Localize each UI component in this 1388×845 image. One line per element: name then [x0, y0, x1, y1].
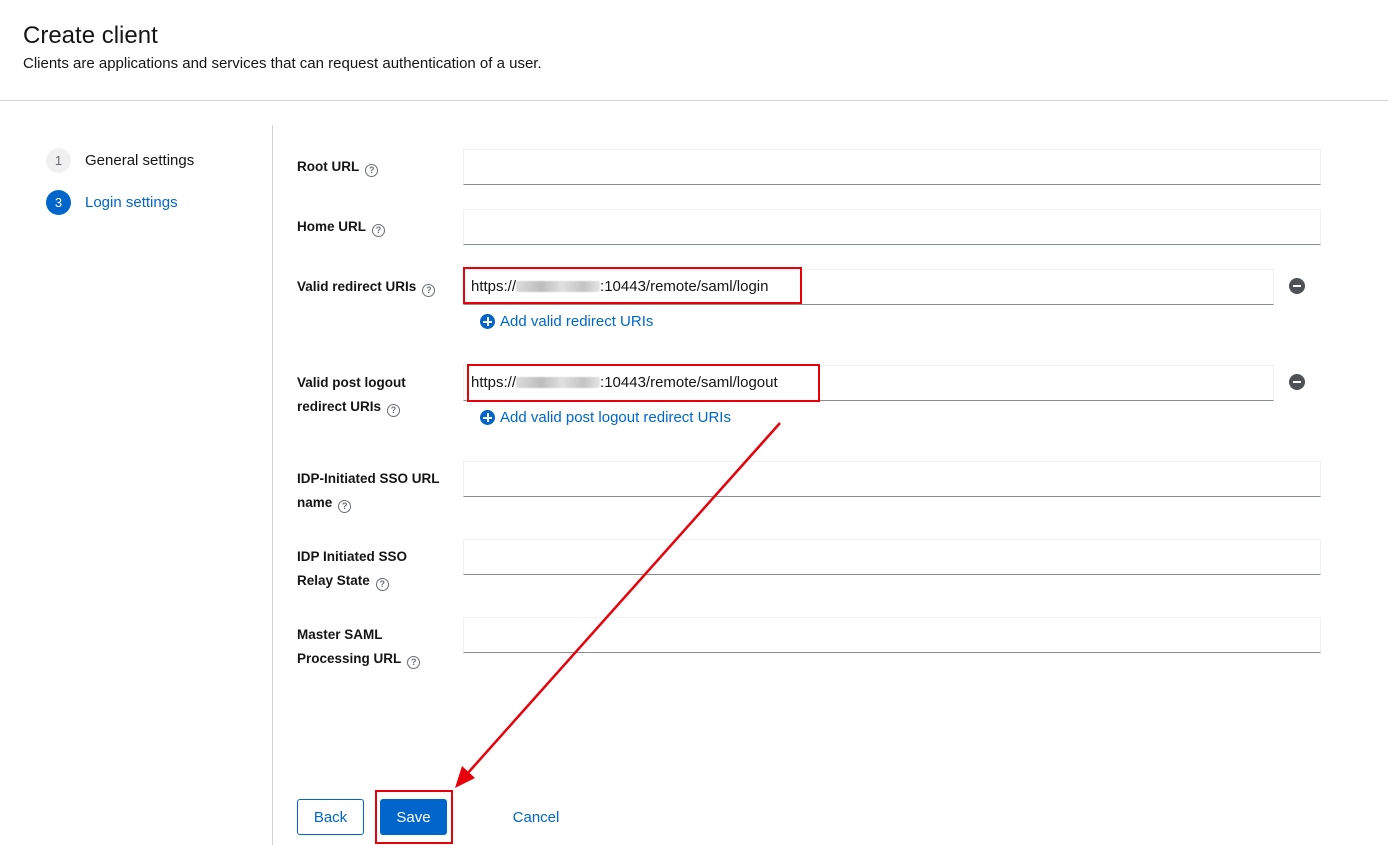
- plus-circle-icon: [480, 314, 495, 329]
- valid-post-logout-label-line1: Valid post logout: [297, 375, 406, 390]
- idp-sso-url-name-label-line2: name: [297, 495, 333, 510]
- wizard-step-general-settings[interactable]: 1 General settings: [46, 148, 194, 173]
- step-number: 3: [46, 190, 71, 215]
- root-url-label-text: Root URL: [297, 159, 360, 174]
- valid-post-logout-label-line2: redirect URIs: [297, 399, 382, 414]
- master-saml-url-label-line1: Master SAML: [297, 627, 383, 642]
- page-title: Create client: [23, 22, 158, 49]
- idp-relay-state-label-line2: Relay State: [297, 573, 370, 588]
- home-url-label: Home URL?: [297, 215, 457, 239]
- page-subtitle: Clients are applications and services th…: [23, 55, 542, 72]
- help-icon[interactable]: ?: [422, 284, 436, 297]
- cancel-button[interactable]: Cancel: [498, 799, 574, 835]
- help-icon[interactable]: ?: [407, 656, 421, 669]
- master-saml-url-label: Master SAML Processing URL?: [297, 623, 457, 671]
- idp-sso-url-name-input[interactable]: [463, 461, 1321, 497]
- help-icon[interactable]: ?: [372, 224, 386, 237]
- master-saml-url-input[interactable]: [463, 617, 1321, 653]
- back-button[interactable]: Back: [297, 799, 364, 835]
- root-url-label: Root URL?: [297, 155, 457, 179]
- idp-sso-url-name-label-line1: IDP-Initiated SSO URL: [297, 471, 440, 486]
- step-label: General settings: [85, 152, 195, 169]
- idp-relay-state-label: IDP Initiated SSO Relay State?: [297, 545, 457, 593]
- help-icon[interactable]: ?: [338, 500, 352, 513]
- valid-redirect-uri-input[interactable]: [463, 269, 1274, 305]
- home-url-input[interactable]: [463, 209, 1321, 245]
- valid-redirect-uris-label-text: Valid redirect URIs: [297, 279, 417, 294]
- add-valid-redirect-uris-text: Add valid redirect URIs: [500, 313, 654, 330]
- arrow-head: [455, 766, 475, 788]
- step-number: 1: [46, 148, 71, 173]
- wizard-step-login-settings[interactable]: 3 Login settings: [46, 190, 178, 215]
- valid-post-logout-uri-input[interactable]: [463, 365, 1274, 401]
- valid-post-logout-label: Valid post logout redirect URIs?: [297, 371, 457, 419]
- step-label: Login settings: [85, 194, 178, 211]
- idp-sso-url-name-label: IDP-Initiated SSO URL name?: [297, 467, 457, 515]
- help-icon[interactable]: ?: [387, 404, 401, 417]
- idp-relay-state-input[interactable]: [463, 539, 1321, 575]
- master-saml-url-label-line2: Processing URL: [297, 651, 402, 666]
- page-header: Create client Clients are applications a…: [0, 0, 1388, 101]
- save-button[interactable]: Save: [380, 799, 447, 835]
- idp-relay-state-label-line1: IDP Initiated SSO: [297, 549, 408, 564]
- help-icon[interactable]: ?: [365, 164, 379, 177]
- root-url-input[interactable]: [463, 149, 1321, 185]
- add-valid-redirect-uris-link[interactable]: Add valid redirect URIs: [480, 313, 653, 330]
- help-icon[interactable]: ?: [375, 578, 389, 591]
- add-valid-post-logout-uris-text: Add valid post logout redirect URIs: [500, 409, 731, 426]
- valid-redirect-uris-label: Valid redirect URIs?: [297, 275, 457, 299]
- nav-divider: [272, 125, 273, 845]
- plus-circle-icon: [480, 410, 495, 425]
- remove-redirect-uri-icon[interactable]: [1289, 278, 1305, 294]
- home-url-label-text: Home URL: [297, 219, 367, 234]
- add-valid-post-logout-uris-link[interactable]: Add valid post logout redirect URIs: [480, 409, 731, 426]
- remove-post-logout-uri-icon[interactable]: [1289, 374, 1305, 390]
